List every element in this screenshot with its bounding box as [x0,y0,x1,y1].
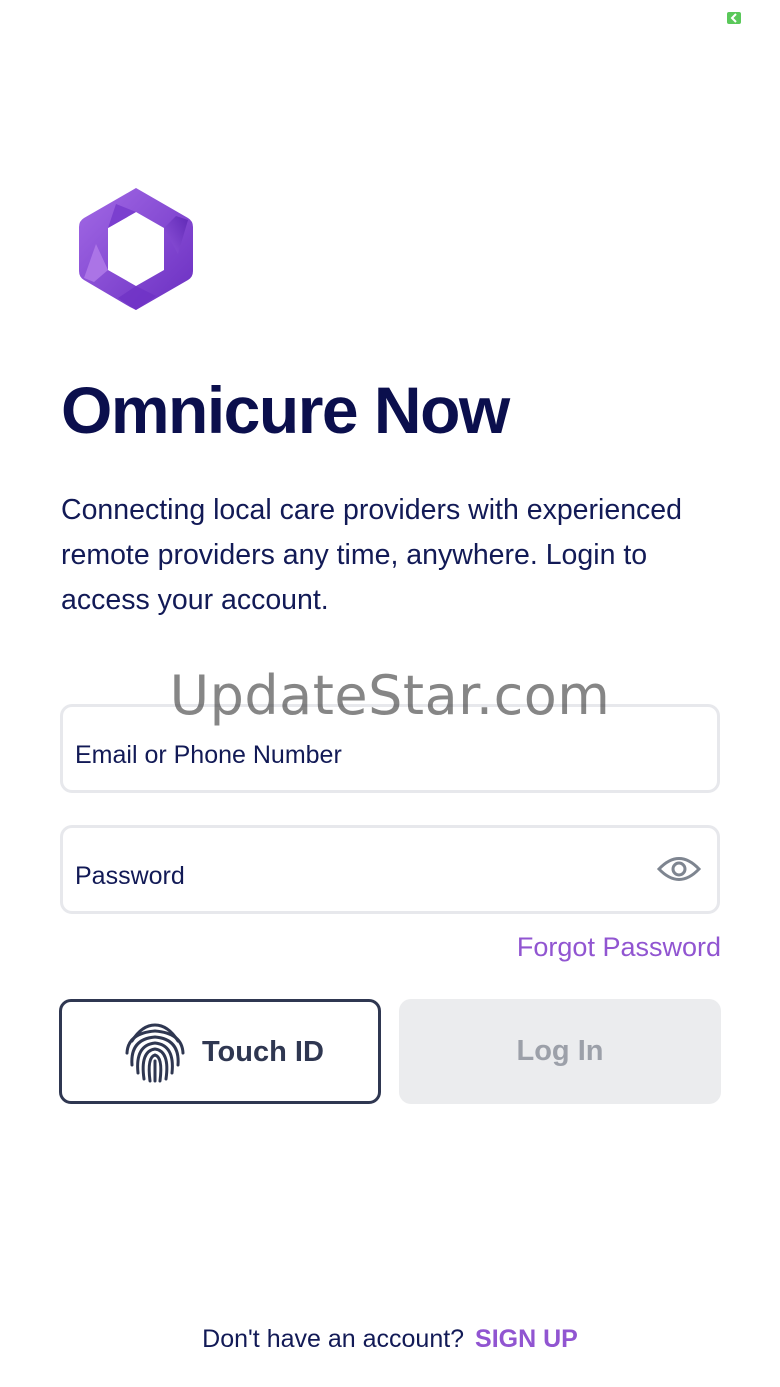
email-placeholder: Email or Phone Number [75,741,342,769]
password-placeholder: Password [75,862,185,890]
login-button[interactable]: Log In [399,999,721,1104]
signup-prompt: Don't have an account? [202,1325,465,1353]
touch-id-label: Touch ID [202,1036,324,1068]
omnicure-logo-icon [79,188,193,310]
app-title: Omnicure Now [61,373,510,447]
battery-charging-icon [727,12,741,24]
signup-link[interactable]: SIGN UP [475,1325,578,1353]
forgot-password-link[interactable]: Forgot Password [517,932,721,963]
login-label: Log In [516,1035,604,1067]
fingerprint-icon [125,1023,185,1083]
signup-row: Don't have an account? SIGN UP [0,1325,780,1354]
password-field[interactable]: Password [60,825,720,914]
eye-icon[interactable] [657,854,701,884]
email-field[interactable]: Email or Phone Number [60,704,720,793]
tagline: Connecting local care providers with exp… [61,494,683,616]
touch-id-button[interactable]: Touch ID [59,999,381,1104]
